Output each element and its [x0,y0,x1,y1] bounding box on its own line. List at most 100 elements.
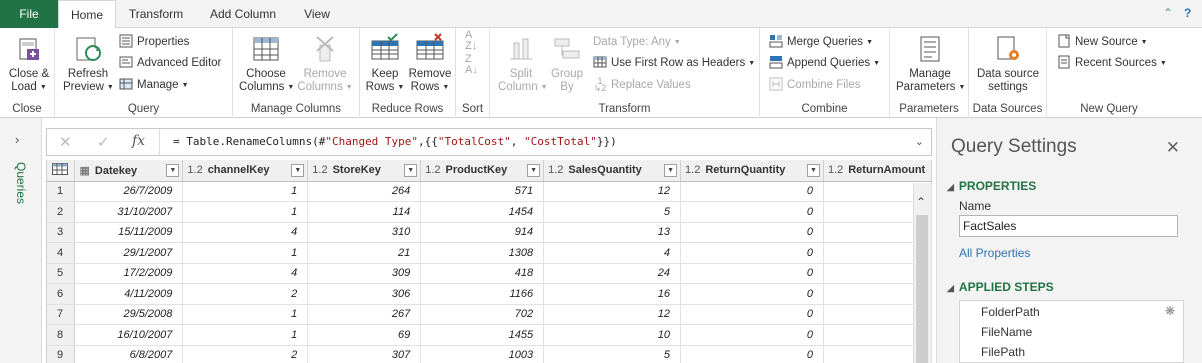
filter-dropdown-icon[interactable]: ▼ [166,164,180,177]
append-queries-button[interactable]: Append Queries ▼ [769,55,880,71]
table-row[interactable]: 5 17/2/2009 4 309 418 24 0 [47,263,932,284]
advanced-editor-button[interactable]: Advanced Editor [119,55,221,71]
table-row[interactable]: 6 4/11/2009 2 306 1166 16 0 [47,283,932,305]
collapse-ribbon-icon[interactable]: ⌃ [1163,6,1173,20]
collapse-triangle-icon: ◢ [947,182,954,192]
ribbon-tabs: File Home Transform Add Column View ⌃ ? [0,0,1202,29]
column-header-storekey[interactable]: 1.2 StoreKey ▼ [307,160,422,182]
refresh-label-2: Preview [63,81,104,93]
advanced-editor-icon [119,56,133,68]
column-header-salesquantity[interactable]: 1.2 SalesQuantity ▼ [543,160,682,182]
filter-dropdown-icon[interactable]: ▼ [527,164,541,177]
refresh-label: Refresh [67,68,109,80]
scroll-up-icon[interactable]: ⌃ [916,195,926,209]
filter-dropdown-icon[interactable]: ▼ [664,164,678,177]
properties-section[interactable]: ◢ PROPERTIES [947,179,1036,193]
table-row[interactable]: 8 16/10/2007 1 69 1455 10 0 [47,324,932,346]
filter-dropdown-icon[interactable]: ▼ [806,164,820,177]
keep-rows-icon [371,33,399,60]
column-header-channelkey[interactable]: 1.2 channelKey ▼ [182,160,309,182]
group-manage-columns: Choose Columns ▼ Remove Columns ▼ Manage Col… [233,28,360,118]
group-label-query: Query [127,103,160,115]
cancel-formula-icon[interactable]: ✕ [59,133,72,151]
calendar-type-icon: ▦ [79,164,90,177]
filter-dropdown-icon[interactable]: ▼ [291,164,305,177]
all-properties-link[interactable]: All Properties [959,246,1030,260]
group-query: Refresh Preview ▼ Properties Advanced Edi… [55,28,233,118]
table-row[interactable]: 3 15/11/2009 4 310 914 13 0 [47,222,932,243]
use-first-row-headers-button[interactable]: Use First Row as Headers ▼ [593,55,755,71]
formula-input[interactable]: = Table.RenameColumns(#"Changed Type",{{… [173,135,617,148]
data-source-settings-icon [997,36,1019,60]
ribbon: Close & Load ▼ Close Refresh Preview ▼ Pro… [0,28,1202,118]
close-load-label-2: Load [11,81,37,93]
properties-button[interactable]: Properties [119,34,189,50]
choose-columns-icon [253,37,279,61]
column-header-returnquantity[interactable]: 1.2 ReturnQuantity ▼ [680,160,824,182]
append-queries-icon [769,56,783,69]
manage-parameters-button[interactable]: Manage Parameters ▼ [896,33,965,94]
split-column-button[interactable]: Split Column ▼ [498,33,548,94]
column-header-productkey[interactable]: 1.2 ProductKey ▼ [420,160,545,182]
group-by-button[interactable]: Group By [547,33,587,94]
step-settings-gear-icon[interactable]: ❋ [1165,304,1175,318]
step-folderpath[interactable]: FolderPath [981,305,1040,319]
merge-queries-button[interactable]: Merge Queries ▼ [769,34,873,50]
combine-files-icon [769,77,783,91]
tab-file[interactable]: File [0,0,58,28]
table-row[interactable]: 9 6/8/2007 2 307 1003 5 0 [47,345,932,363]
scrollbar-thumb[interactable] [916,215,928,363]
column-header-datekey[interactable]: ▦ Datekey ▼ [74,160,184,182]
query-settings-title: Query Settings [951,136,1077,157]
remove-columns-button[interactable]: Remove Columns ▼ [297,33,353,94]
combine-files-button[interactable]: Combine Files [769,77,861,93]
tab-add-column[interactable]: Add Column [196,0,290,28]
table-row[interactable]: 2 31/10/2007 1 114 1454 5 0 [47,201,932,223]
sort-ascending-icon[interactable]: A Z↓ [465,30,477,52]
group-combine: Merge Queries ▼ Append Queries ▼ Combine F… [760,28,890,118]
manage-button[interactable]: Manage ▼ [119,77,189,93]
tab-home[interactable]: Home [58,0,116,29]
group-data-sources: Data source settings Data Sources [969,28,1047,118]
expand-queries-icon[interactable]: › [15,132,19,147]
group-label-data-sources: Data Sources [972,103,1043,115]
formula-bar: ✕ ✓ fx = Table.RenameColumns(#"Changed T… [46,128,932,156]
table-row[interactable]: 7 29/5/2008 1 267 702 12 0 [47,304,932,325]
group-label-reduce-rows: Reduce Rows [371,103,444,115]
step-filepath[interactable]: FilePath [981,345,1025,359]
commit-formula-icon[interactable]: ✓ [97,133,110,151]
tab-view[interactable]: View [292,0,342,28]
filter-dropdown-icon[interactable]: ▼ [404,164,418,177]
remove-rows-button[interactable]: Remove Rows ▼ [408,33,452,94]
table-row[interactable]: 4 29/1/2007 1 21 1308 4 0 [47,242,932,264]
choose-columns-button[interactable]: Choose Columns ▼ [239,33,294,94]
tab-transform[interactable]: Transform [118,0,194,28]
replace-values-button[interactable]: 1 ↳2 Replace Values [593,77,691,93]
group-parameters: Manage Parameters ▼ Parameters [890,28,969,118]
table-row[interactable]: 1 26/7/2009 1 264 571 12 0 [47,181,932,202]
expand-formula-icon[interactable]: ⌄ [915,135,924,148]
applied-steps-list: FolderPath ❋ FileName FilePath [959,300,1184,363]
merge-queries-icon [769,35,783,48]
recent-sources-button[interactable]: Recent Sources ▼ [1057,55,1167,71]
group-by-icon [554,38,580,59]
query-name-input[interactable]: FactSales [959,215,1178,237]
data-source-settings-button[interactable]: Data source settings [973,33,1043,94]
step-filename[interactable]: FileName [981,325,1032,339]
refresh-preview-button[interactable]: Refresh Preview ▼ [63,33,114,94]
table-menu-header[interactable] [47,160,76,182]
data-type-dropdown[interactable]: Data Type: Any ▼ [593,34,681,50]
keep-rows-button[interactable]: Keep Rows ▼ [364,33,406,94]
queries-pane-collapsed[interactable]: › Queries [0,118,42,363]
close-icon[interactable]: ✕ [1166,138,1180,158]
new-source-button[interactable]: New Source ▼ [1057,34,1148,50]
column-header-returnamount[interactable]: 1.2 ReturnAmount [823,160,932,182]
sort-descending-icon[interactable]: Z A↓ [465,54,478,76]
close-load-button[interactable]: Close & Load ▼ [6,33,52,94]
close-load-label: Close & [8,68,50,80]
group-sort: A Z↓ Z A↓ Sort [456,28,490,118]
applied-steps-section[interactable]: ◢ APPLIED STEPS [947,280,1054,294]
fx-icon[interactable]: fx [132,133,145,149]
help-icon[interactable]: ? [1184,6,1191,20]
name-label: Name [959,199,992,213]
